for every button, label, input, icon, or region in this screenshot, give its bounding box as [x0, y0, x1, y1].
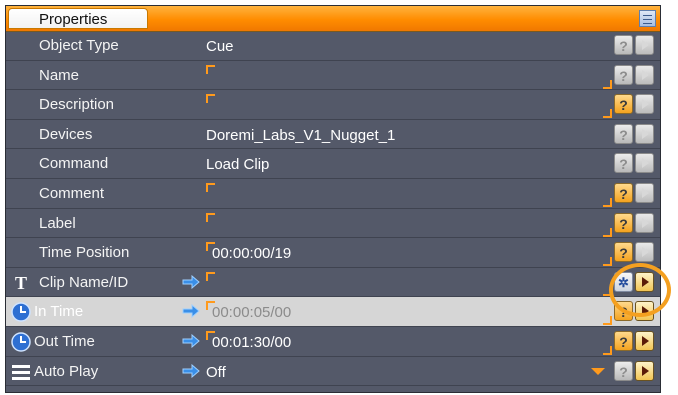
text-icon: T: [15, 273, 27, 293]
property-label: Clip Name/ID: [39, 273, 129, 291]
help-icon[interactable]: ?: [614, 153, 633, 174]
property-value[interactable]: Load Clip: [206, 149, 611, 178]
property-row-name: Name ?: [6, 61, 660, 91]
comment-field[interactable]: [206, 180, 612, 207]
link-arrow-icon[interactable]: [182, 304, 200, 319]
help-icon[interactable]: ?: [614, 330, 633, 351]
properties-panel: Properties Object Type Cue ? Name ? Desc…: [5, 5, 661, 393]
description-field[interactable]: [206, 91, 612, 119]
magic-wand-icon[interactable]: ✲: [614, 271, 633, 292]
clock-icon: [11, 302, 31, 323]
auto-play-select[interactable]: Off: [206, 357, 611, 386]
help-icon[interactable]: ?: [614, 242, 633, 263]
property-row-devices: Devices Doremi_Labs_V1_Nugget_1 ?: [6, 120, 660, 150]
property-row-auto-play: Auto Play Off ?: [6, 357, 660, 387]
play-icon[interactable]: [635, 330, 654, 351]
property-value[interactable]: 00:00:00/19: [212, 238, 617, 267]
property-value[interactable]: 00:00:05/00: [212, 297, 617, 326]
property-rows: Object Type Cue ? Name ? Description ? D…: [6, 31, 660, 387]
help-icon[interactable]: ?: [614, 212, 633, 233]
properties-header: Properties: [6, 6, 660, 32]
play-icon[interactable]: [635, 64, 654, 85]
help-icon[interactable]: ?: [614, 35, 633, 55]
help-icon[interactable]: ?: [614, 182, 633, 203]
property-label: Command: [39, 155, 109, 173]
property-value[interactable]: 00:01:30/00: [212, 327, 617, 356]
property-row-in-time: In Time 00:00:05/00 ?: [6, 297, 660, 327]
play-icon[interactable]: [635, 123, 654, 144]
property-row-command: Command Load Clip ?: [6, 149, 660, 179]
play-icon[interactable]: [635, 360, 654, 381]
list-view-icon[interactable]: [639, 10, 656, 27]
property-label: Object Type: [39, 37, 119, 54]
property-label: Comment: [39, 184, 105, 202]
properties-tab[interactable]: Properties: [8, 8, 148, 29]
property-value[interactable]: Doremi_Labs_V1_Nugget_1: [206, 120, 611, 149]
link-arrow-icon[interactable]: [182, 363, 200, 378]
help-icon[interactable]: ?: [614, 94, 633, 115]
property-value[interactable]: Cue: [206, 31, 611, 60]
clock-icon: [11, 332, 31, 352]
property-label: Name: [39, 66, 80, 84]
property-row-description: Description ?: [6, 90, 660, 120]
property-label: Auto Play: [34, 362, 99, 380]
play-icon[interactable]: [635, 242, 654, 263]
property-label: Devices: [39, 125, 93, 143]
property-row-time-position: Time Position 00:00:00/19 ?: [6, 238, 660, 268]
property-row-object-type: Object Type Cue ?: [6, 31, 660, 61]
property-label: Out Time: [34, 332, 95, 350]
property-row-clip-name: T Clip Name/ID ✲: [6, 268, 660, 298]
play-icon[interactable]: [635, 35, 654, 55]
property-row-out-time: Out Time 00:01:30/00 ?: [6, 327, 660, 357]
property-label: Description: [39, 96, 115, 114]
play-icon[interactable]: [635, 94, 654, 115]
property-label: In Time: [34, 303, 84, 321]
name-field[interactable]: [206, 62, 612, 89]
property-row-label: Label ?: [6, 209, 660, 239]
play-icon[interactable]: [635, 212, 654, 233]
help-icon[interactable]: ?: [614, 360, 633, 381]
link-arrow-icon[interactable]: [182, 333, 200, 348]
dropdown-icon[interactable]: [591, 367, 605, 375]
help-icon[interactable]: ?: [614, 64, 633, 85]
property-label: Label: [39, 214, 76, 232]
label-field[interactable]: [206, 210, 612, 237]
menu-icon: [12, 364, 30, 380]
svg-text:T: T: [15, 273, 27, 293]
link-arrow-icon[interactable]: [182, 274, 200, 289]
property-row-comment: Comment ?: [6, 179, 660, 209]
help-icon[interactable]: ?: [614, 301, 633, 322]
help-icon[interactable]: ?: [614, 123, 633, 144]
play-icon[interactable]: [635, 182, 654, 203]
play-icon[interactable]: [635, 271, 654, 292]
property-label: Time Position: [39, 244, 130, 262]
play-icon[interactable]: [635, 153, 654, 174]
clip-name-field[interactable]: [206, 269, 612, 296]
play-icon[interactable]: [635, 301, 654, 322]
